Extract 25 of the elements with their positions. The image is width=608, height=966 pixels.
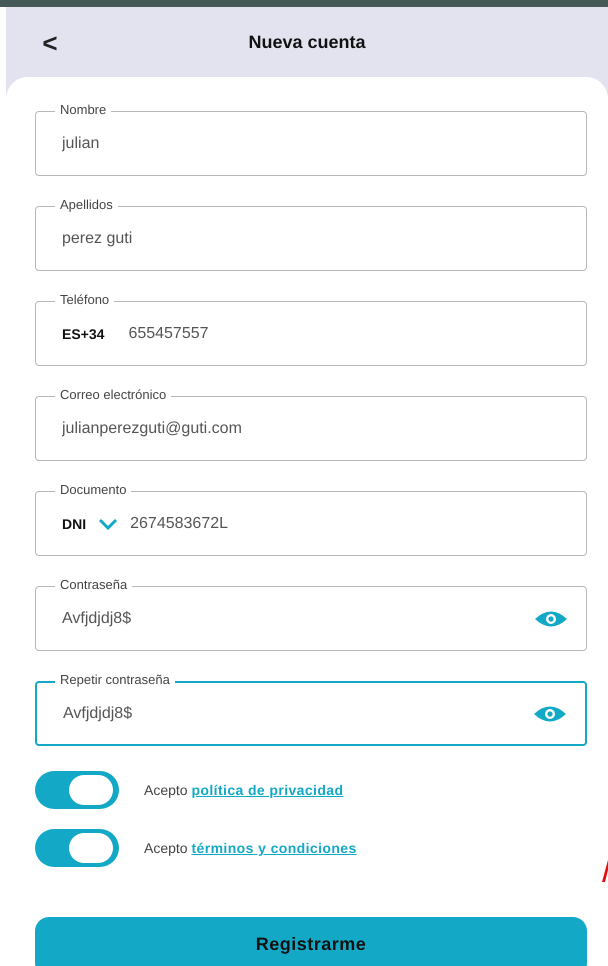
input-field[interactable]: 2674583672L [130, 514, 568, 532]
consent-text: Acepto términos y condiciones [144, 840, 357, 856]
field-label: Nombre [55, 102, 112, 117]
field-label: Contraseña [55, 577, 132, 592]
field-prefix: DNI [62, 516, 86, 532]
toggle-switch[interactable] [35, 829, 119, 867]
field-label: Correo electrónico [55, 387, 172, 402]
consent-text: Acepto política de privacidad [144, 782, 344, 798]
input-field[interactable]: Avfjdjdj8$ [62, 610, 522, 628]
annotation-stroke [602, 860, 608, 882]
register-button[interactable]: Registrarme [35, 917, 587, 966]
field-label: Repetir contraseña [55, 672, 175, 687]
field-label: Apellidos [55, 197, 118, 212]
toggle-switch[interactable] [35, 771, 119, 809]
field-label: Documento [55, 482, 132, 497]
input-field[interactable]: 655457557 [128, 324, 568, 342]
field-label: Teléfono [55, 292, 114, 307]
back-button[interactable]: < [38, 29, 62, 57]
eye-icon[interactable] [533, 704, 567, 722]
input-field[interactable]: perez guti [62, 230, 568, 248]
chevron-down-icon[interactable] [98, 518, 118, 530]
eye-icon[interactable] [534, 610, 568, 628]
page-title: Nueva cuenta [248, 32, 366, 53]
field-prefix: ES+34 [62, 326, 104, 342]
input-field[interactable]: Avfjdjdj8$ [63, 704, 521, 722]
